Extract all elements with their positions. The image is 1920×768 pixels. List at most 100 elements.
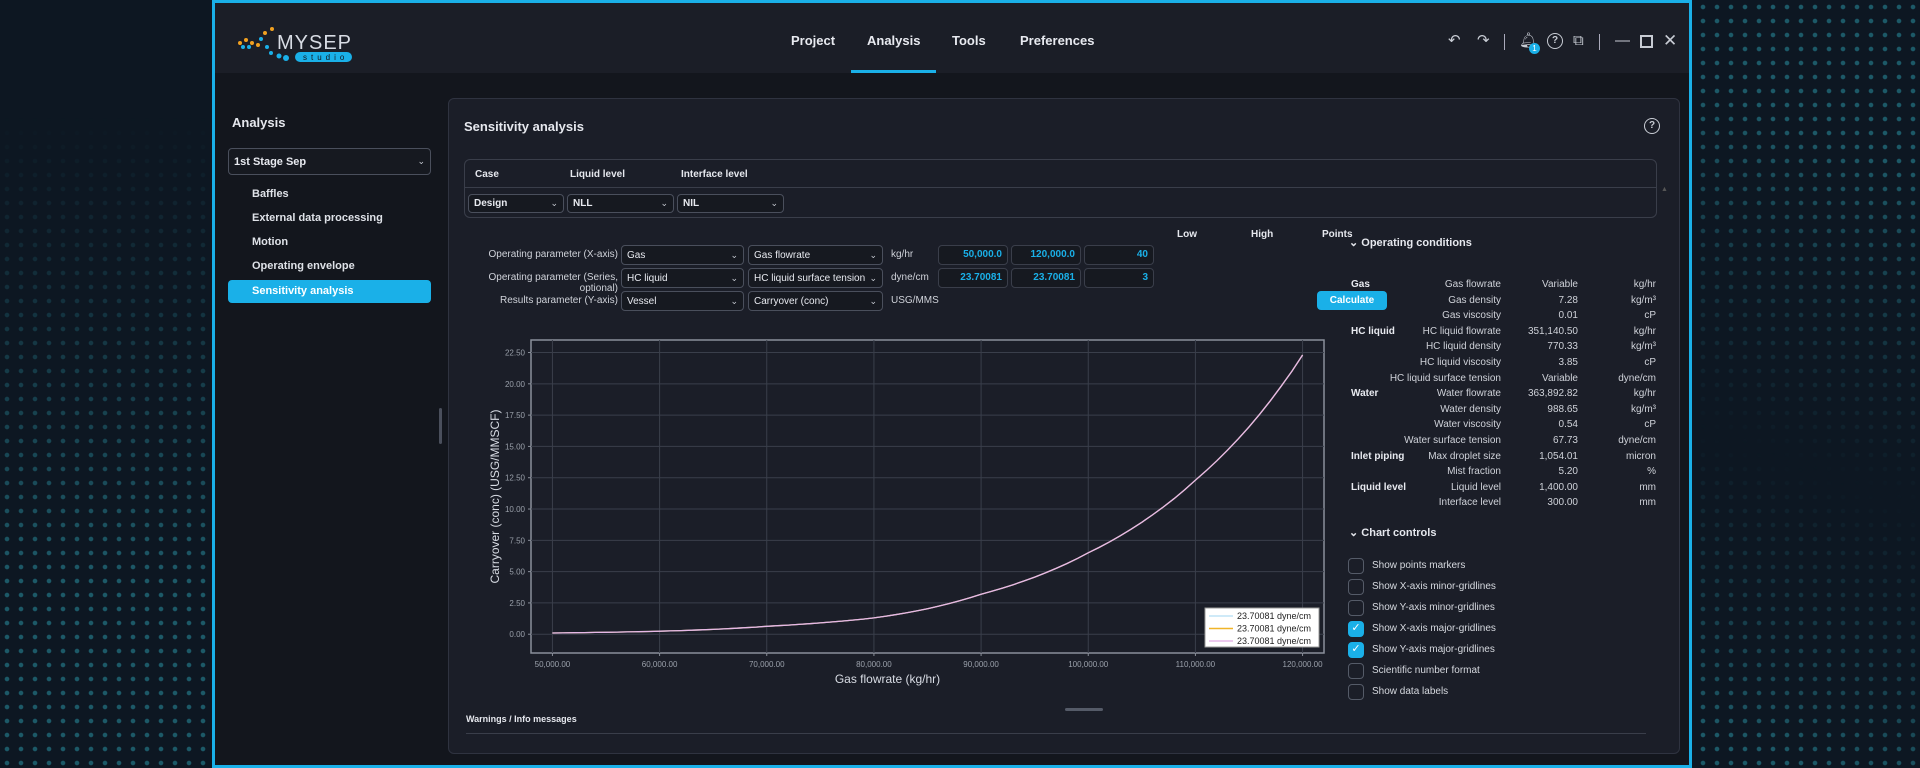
condition-unit: kg/hr xyxy=(1633,279,1656,290)
vessel-select-value: 1st Stage Sep xyxy=(234,155,307,168)
y-tick-label: 7.50 xyxy=(509,536,525,545)
sensitivity-chart: 0.00 2.50 5.00 7.50 10.00 12.50 15.00 17.50 20.0… xyxy=(488,339,1325,686)
param-high-input[interactable]: 120,000.0 xyxy=(1011,245,1081,265)
y-tick-label: 0.00 xyxy=(509,630,525,639)
background-pattern-left xyxy=(0,0,212,768)
nav-preferences[interactable]: Preferences xyxy=(1020,33,1094,48)
sidebar-item-sensitivity-analysis[interactable]: Sensitivity analysis xyxy=(228,280,431,303)
param-label: Operating parameter (Series, optional) xyxy=(488,272,618,294)
legend-label: 23.70081 dyne/cm xyxy=(1237,611,1311,621)
condition-value: 351,140.50 xyxy=(1527,325,1578,337)
nav-analysis[interactable]: Analysis xyxy=(867,33,920,48)
notification-badge: 1 xyxy=(1529,43,1540,54)
case-select[interactable]: Design ⌄ xyxy=(468,194,564,213)
chevron-down-icon: ⌄ xyxy=(730,272,738,283)
checkbox-label: Show data labels xyxy=(1372,686,1449,697)
condition-value: 5.20 xyxy=(1558,466,1578,478)
sidebar-item-motion[interactable]: Motion xyxy=(252,236,288,248)
checkbox[interactable] xyxy=(1348,579,1364,595)
x-tick-label: 110,000.00 xyxy=(1176,660,1216,669)
x-axis-label: Gas flowrate (kg/hr) xyxy=(835,672,940,686)
divider xyxy=(465,187,1656,188)
scroll-up-icon[interactable]: ▲ xyxy=(1661,186,1668,193)
x-tick-label: 120,000.00 xyxy=(1283,660,1324,669)
sidebar-resize-handle[interactable] xyxy=(439,408,442,444)
close-icon[interactable]: ✕ xyxy=(1663,32,1677,49)
condition-value: 300.00 xyxy=(1547,497,1578,509)
interface-level-select[interactable]: NIL ⌄ xyxy=(677,194,784,213)
app-window: MYSEP studio Project Analysis Tools Pref… xyxy=(212,0,1692,768)
x-tick-label: 80,000.00 xyxy=(856,660,892,669)
redo-icon[interactable]: ↷ xyxy=(1477,33,1490,49)
top-bar: MYSEP studio Project Analysis Tools Pref… xyxy=(215,3,1689,73)
x-tick-label: 60,000.00 xyxy=(642,660,678,669)
param-param-select[interactable]: HC liquid surface tension ⌄ xyxy=(748,268,883,288)
checkbox[interactable]: ✓ xyxy=(1348,621,1364,637)
series-line xyxy=(552,354,1304,634)
divider xyxy=(466,733,1646,734)
checkbox[interactable]: ✓ xyxy=(1348,642,1364,658)
condition-value: Variable xyxy=(1542,372,1578,384)
operating-conditions-toggle[interactable]: ⌄ Operating conditions xyxy=(1349,236,1472,249)
condition-unit: kg/m³ xyxy=(1631,341,1656,353)
maximize-icon[interactable] xyxy=(1640,35,1653,48)
param-points-input[interactable]: 3 xyxy=(1084,268,1154,288)
y-axis-label: Carryover (conc) (USG/MMSCF) xyxy=(488,409,502,583)
page-title: Sensitivity analysis xyxy=(464,119,584,134)
condition-value: 1,400.00 xyxy=(1539,481,1578,493)
nav-project[interactable]: Project xyxy=(791,33,835,48)
checkbox[interactable] xyxy=(1348,663,1364,679)
condition-unit: kg/m³ xyxy=(1631,403,1656,415)
vessel-select[interactable]: 1st Stage Sep ⌄ xyxy=(228,148,431,175)
chevron-down-icon: ⌄ xyxy=(550,198,558,208)
condition-unit: % xyxy=(1647,466,1656,478)
points-header: Points xyxy=(1322,229,1353,240)
active-nav-indicator xyxy=(851,70,936,73)
liquid-level-header: Liquid level xyxy=(570,169,626,180)
liquid-level-select[interactable]: NLL ⌄ xyxy=(567,194,674,213)
param-low-input[interactable]: 23.70081 xyxy=(938,268,1008,288)
condition-value: Variable xyxy=(1542,279,1578,290)
y-tick-label: 15.00 xyxy=(505,442,526,451)
nav-tools[interactable]: Tools xyxy=(952,33,986,48)
param-label: Results parameter (Y-axis) xyxy=(499,295,618,306)
y-tick-label: 5.00 xyxy=(509,568,525,577)
checkbox[interactable] xyxy=(1348,600,1364,616)
help-icon[interactable]: ? xyxy=(1547,33,1563,49)
param-label: Operating parameter (X-axis) xyxy=(488,249,619,260)
sidebar-item-external-data[interactable]: External data processing xyxy=(252,212,383,224)
undo-icon[interactable]: ↶ xyxy=(1448,33,1461,49)
chevron-down-icon: ⌄ xyxy=(660,198,668,208)
legend-label: 23.70081 dyne/cm xyxy=(1237,624,1311,634)
chart-controls-toggle[interactable]: ⌄ Chart controls xyxy=(1349,526,1436,539)
minimize-icon[interactable]: — xyxy=(1615,33,1630,49)
sidebar-item-baffles[interactable]: Baffles xyxy=(252,188,289,200)
legend-label: 23.70081 dyne/cm xyxy=(1237,636,1311,646)
param-unit: USG/MMS xyxy=(891,295,939,306)
panel-resize-handle[interactable] xyxy=(1065,708,1103,711)
param-group-select[interactable]: Vessel ⌄ xyxy=(621,291,744,311)
condition-value: 770.33 xyxy=(1547,341,1578,353)
param-group-select[interactable]: Gas ⌄ xyxy=(621,245,744,265)
param-unit: kg/hr xyxy=(891,249,914,260)
main-panel: Sensitivity analysis ? Case Liquid level… xyxy=(448,98,1680,754)
param-points-input[interactable]: 40 xyxy=(1084,245,1154,265)
condition-unit: dyne/cm xyxy=(1618,372,1656,384)
param-high-input[interactable]: 23.70081 xyxy=(1011,268,1081,288)
sidebar-item-operating-envelope[interactable]: Operating envelope xyxy=(252,260,355,272)
checkbox[interactable] xyxy=(1348,684,1364,700)
operating-conditions-title: Operating conditions xyxy=(1361,237,1472,249)
chevron-down-icon: ⌄ xyxy=(869,272,877,283)
sidebar-title: Analysis xyxy=(232,115,286,130)
param-low-input[interactable]: 50,000.0 xyxy=(938,245,1008,265)
y-tick-label: 17.50 xyxy=(505,411,526,420)
condition-unit: dyne/cm xyxy=(1618,435,1656,446)
help-icon[interactable]: ? xyxy=(1644,118,1660,134)
copy-icon[interactable]: ⧉ xyxy=(1573,33,1584,49)
param-param-select[interactable]: Carryover (conc) ⌄ xyxy=(748,291,883,311)
param-param-select[interactable]: Gas flowrate ⌄ xyxy=(748,245,883,265)
checkbox[interactable] xyxy=(1348,558,1364,574)
param-group-select[interactable]: HC liquid ⌄ xyxy=(621,268,744,288)
plot-frame xyxy=(530,339,1325,654)
condition-unit: mm xyxy=(1639,497,1656,509)
